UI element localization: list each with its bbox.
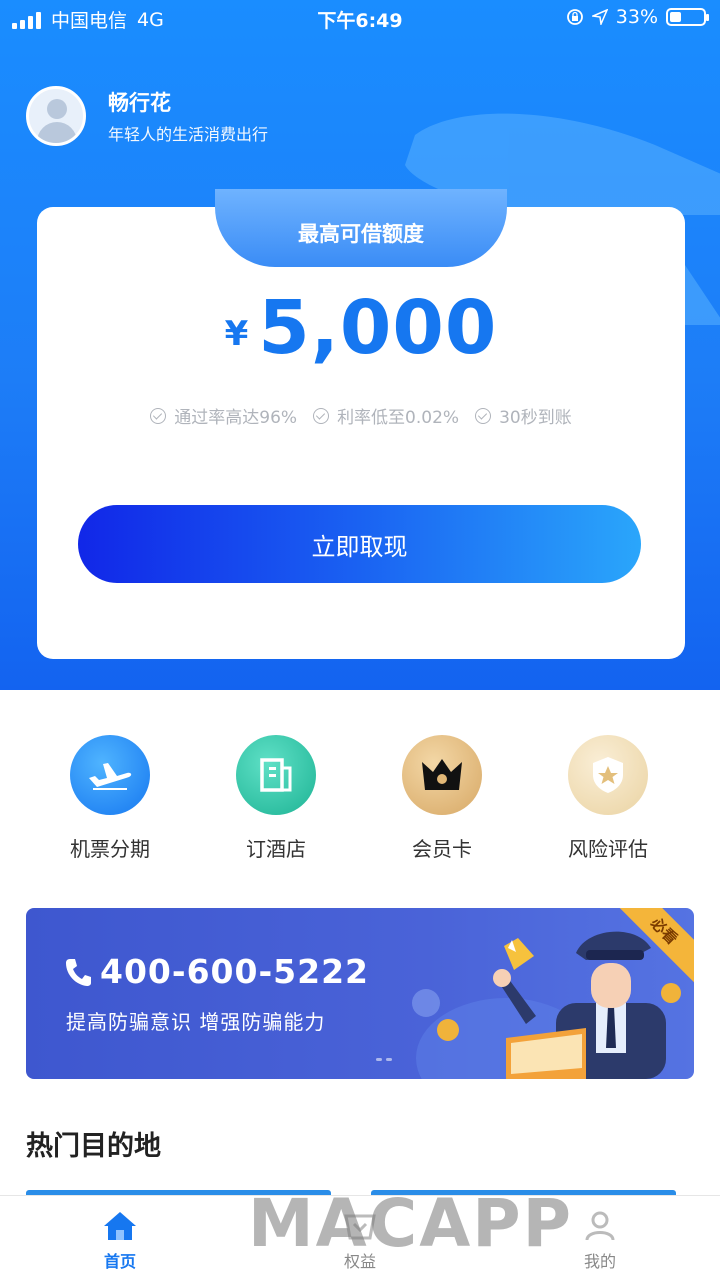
credit-amount-value: 5,000 xyxy=(258,285,498,371)
user-profile[interactable]: 畅行花 年轻人的生活消费出行 xyxy=(26,86,268,146)
battery-percent: 33% xyxy=(615,6,658,28)
hero-header: 中国电信 4G 下午6:49 33% 畅行花 年轻人的生活消费出行 最高可借额度 xyxy=(0,0,720,690)
user-slogan: 年轻人的生活消费出行 xyxy=(108,125,269,144)
check-circle-icon xyxy=(475,407,492,424)
hotline-number: 400-600-5222 xyxy=(100,952,370,991)
tab-home[interactable]: 首页 xyxy=(0,1196,240,1280)
menu-item-risk-assessment[interactable]: 风险评估 xyxy=(525,735,691,862)
location-icon xyxy=(591,9,608,25)
carousel-indicator xyxy=(376,1058,392,1061)
rotation-lock-icon xyxy=(566,9,583,25)
check-circle-icon xyxy=(313,407,330,424)
feature-item: 利率低至0.02% xyxy=(313,403,459,428)
feature-list: 通过率高达96% 利率低至0.02% 30秒到账 xyxy=(37,403,685,428)
anti-fraud-banner[interactable]: 400-600-5222 提高防骗意识 增强防骗能力 必看 xyxy=(26,908,694,1079)
check-circle-icon xyxy=(150,407,167,424)
hot-destinations-title: 热门目的地 xyxy=(26,1131,161,1162)
phone-icon xyxy=(66,958,91,986)
hotel-icon xyxy=(236,735,316,815)
shield-star-icon xyxy=(568,735,648,815)
banner-tagline: 提高防骗意识 增强防骗能力 xyxy=(66,1010,326,1034)
menu-label: 机票分期 xyxy=(70,837,150,861)
feature-item: 30秒到账 xyxy=(475,403,572,428)
credit-limit-card: 最高可借额度 ¥5,000 通过率高达96% 利率低至0.02% 30秒到账 立… xyxy=(37,189,685,659)
profile-icon xyxy=(585,1211,615,1241)
menu-label: 订酒店 xyxy=(246,837,306,861)
home-icon xyxy=(104,1212,136,1240)
status-bar: 中国电信 4G 下午6:49 33% xyxy=(0,0,720,38)
feature-label: 利率低至0.02% xyxy=(337,408,460,428)
feature-item: 通过率高达96% xyxy=(150,403,297,428)
currency-symbol: ¥ xyxy=(224,314,249,354)
menu-label: 会员卡 xyxy=(412,837,472,861)
menu-item-flight-installment[interactable]: 机票分期 xyxy=(27,735,193,862)
credit-limit-title: 最高可借额度 xyxy=(215,189,507,267)
feature-label: 通过率高达96% xyxy=(174,408,298,428)
user-name: 畅行花 xyxy=(108,91,171,115)
withdraw-button[interactable]: 立即取现 xyxy=(78,505,641,583)
battery-icon xyxy=(666,8,709,26)
credit-amount: ¥5,000 xyxy=(37,285,685,371)
quick-menu: 机票分期 订酒店 会员卡 风险评估 xyxy=(0,735,720,862)
avatar[interactable] xyxy=(26,86,86,146)
crown-icon xyxy=(402,735,482,815)
tab-label: 我的 xyxy=(583,1252,616,1271)
watermark: MACAPP xyxy=(248,1185,574,1262)
tab-label: 首页 xyxy=(103,1252,136,1271)
feature-label: 30秒到账 xyxy=(499,408,572,428)
menu-item-membership-card[interactable]: 会员卡 xyxy=(359,735,525,862)
airplane-icon xyxy=(70,735,150,815)
menu-item-hotel[interactable]: 订酒店 xyxy=(193,735,359,862)
hotline[interactable]: 400-600-5222 xyxy=(64,952,369,991)
menu-label: 风险评估 xyxy=(568,837,648,861)
